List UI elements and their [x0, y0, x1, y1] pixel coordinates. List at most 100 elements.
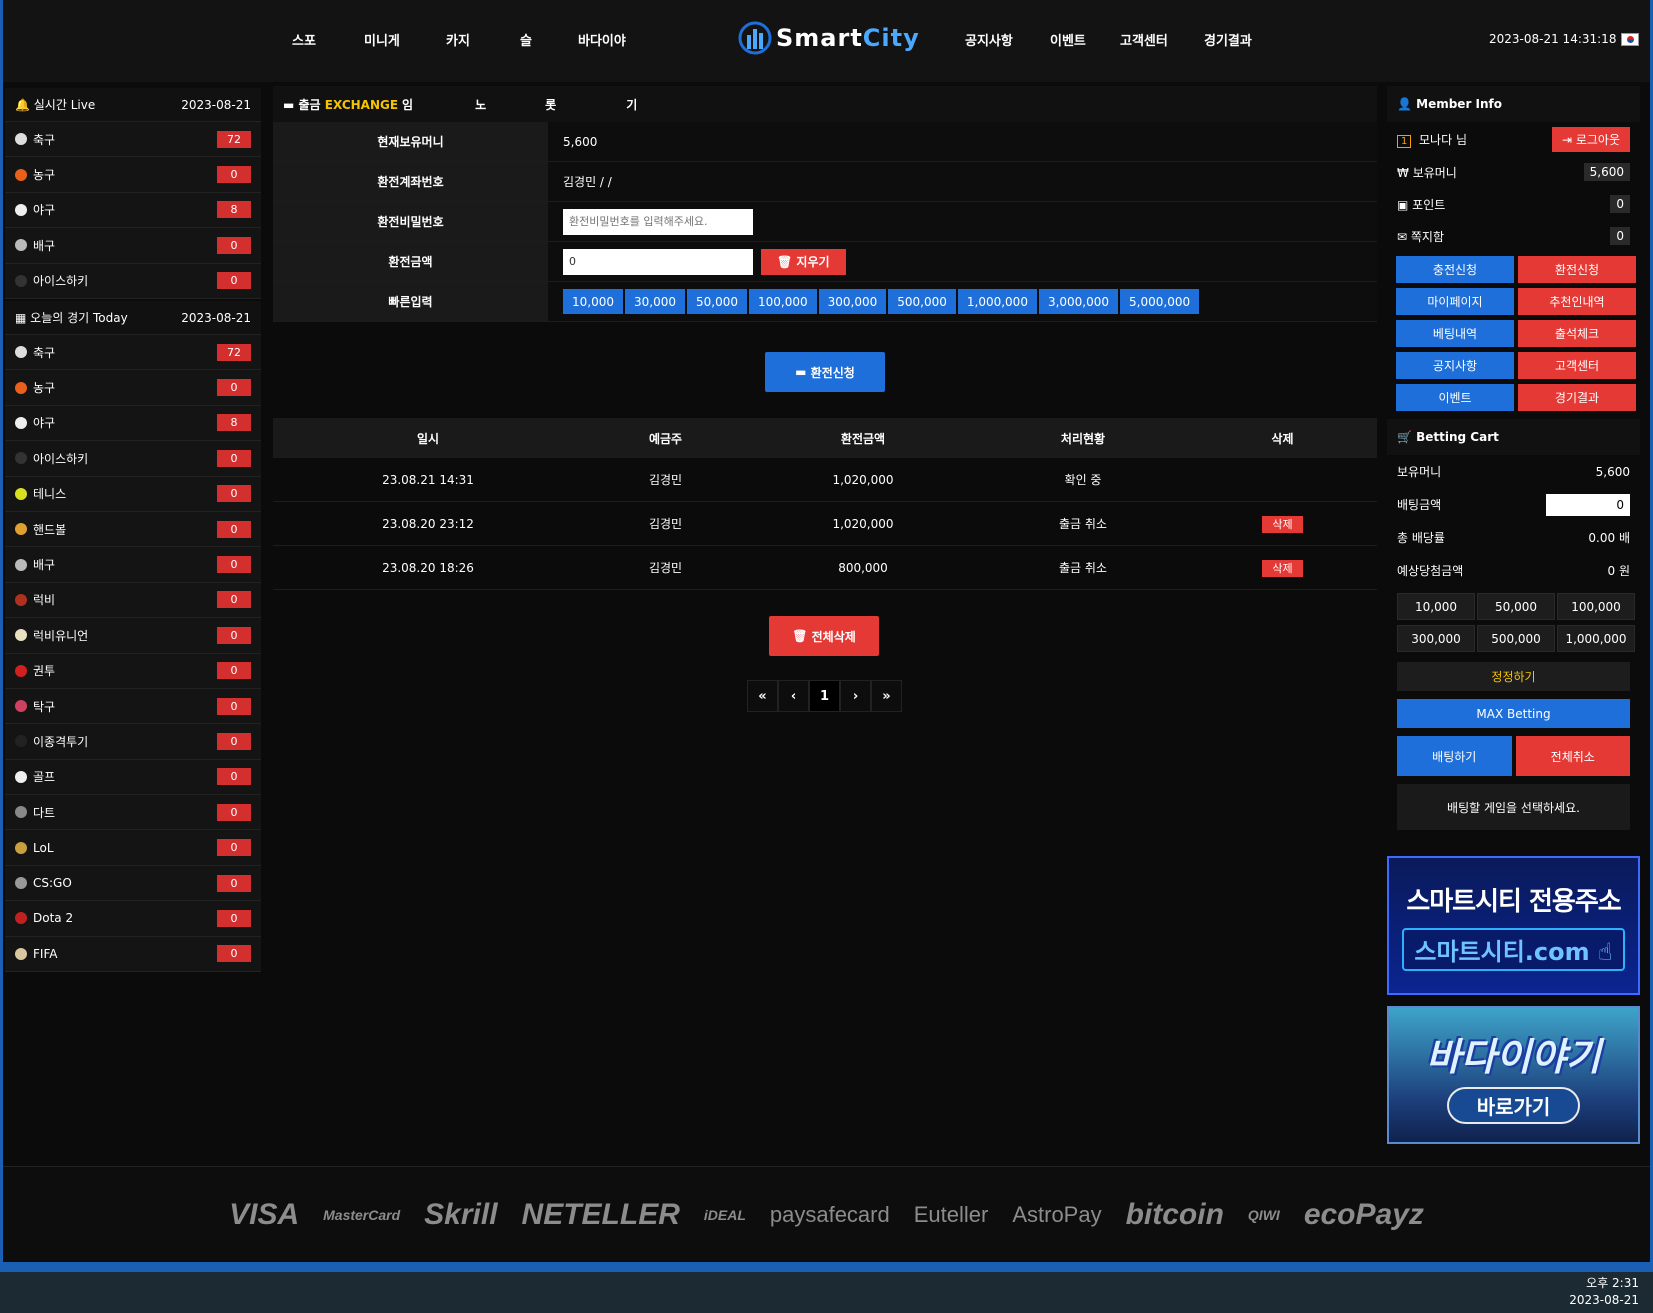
sport-name-wrap: 골프: [15, 768, 55, 785]
sport-row[interactable]: 권투 0: [5, 654, 261, 689]
sport-row[interactable]: 테니스 0: [5, 477, 261, 512]
member-menu-button[interactable]: 환전신청: [1518, 256, 1636, 283]
quick-amount-button[interactable]: 1,000,000: [957, 289, 1037, 314]
place-bet-button[interactable]: 배팅하기: [1397, 736, 1512, 776]
page-prev[interactable]: ‹: [778, 680, 809, 712]
sport-row[interactable]: 배구 0: [5, 228, 261, 264]
sport-icon: [15, 558, 27, 571]
quick-amount-button[interactable]: 100,000: [749, 289, 817, 314]
row-delete-button[interactable]: 삭제: [1262, 559, 1303, 577]
logout-button[interactable]: ⇥ 로그아웃: [1551, 126, 1630, 152]
page-1[interactable]: 1: [809, 680, 840, 712]
clear-button[interactable]: 🗑 지우기: [761, 248, 846, 275]
sport-label: 배구: [33, 238, 56, 253]
table-row: 23.08.20 18:26 김경민 800,000 출금 취소 삭제: [273, 546, 1377, 590]
address-banner[interactable]: 스마트시티 전용주소 스마트시티.com ☝: [1387, 856, 1640, 995]
today-title-wrap: ▦ 오늘의 경기 Today: [15, 311, 128, 325]
sea-story-go-button[interactable]: 바로가기: [1446, 1087, 1581, 1124]
sport-row[interactable]: 야구 8: [5, 193, 261, 229]
member-menu-button[interactable]: 이벤트: [1396, 384, 1514, 411]
cart-bet-input[interactable]: 0: [1546, 493, 1630, 516]
sport-row[interactable]: 이종격투기 0: [5, 724, 261, 760]
sport-row[interactable]: 탁구 0: [5, 689, 261, 725]
cart-reset-button[interactable]: 정정하기: [1397, 662, 1630, 691]
member-menu-button[interactable]: 마이페이지: [1396, 288, 1514, 315]
nav-casino[interactable]: 카지: [446, 30, 470, 49]
cart-amount-button[interactable]: 1,000,000: [1557, 625, 1635, 652]
sport-row[interactable]: 농구 0: [5, 370, 261, 406]
tab-frag-3[interactable]: 롯: [545, 96, 556, 113]
cart-amount-button[interactable]: 300,000: [1397, 625, 1475, 652]
sport-row[interactable]: 농구 0: [5, 157, 261, 193]
cart-amount-button[interactable]: 100,000: [1557, 593, 1635, 620]
taskbar-clock[interactable]: 오후 2:31 2023-08-21: [1569, 1275, 1639, 1309]
sport-row[interactable]: 다트 0: [5, 795, 261, 831]
nav-minigame[interactable]: 미니게: [364, 30, 400, 49]
quick-amount-button[interactable]: 10,000: [563, 289, 623, 314]
row-delete-button[interactable]: 삭제: [1262, 515, 1303, 533]
nav-event[interactable]: 이벤트: [1050, 30, 1086, 49]
nav-support[interactable]: 고객센터: [1120, 30, 1168, 49]
quick-amount-button[interactable]: 3,000,000: [1038, 289, 1119, 314]
payment-logo: iDEAL: [703, 1206, 746, 1223]
cart-amount-button[interactable]: 500,000: [1477, 625, 1555, 652]
max-betting-button[interactable]: MAX Betting: [1397, 699, 1630, 728]
quick-amount-button[interactable]: 50,000: [687, 289, 747, 314]
cell-date: 23.08.20 18:26: [382, 560, 474, 575]
sport-count: 0: [217, 449, 251, 467]
delete-all-button[interactable]: 🗑 전체삭제: [769, 616, 879, 656]
sport-row[interactable]: 골프 0: [5, 760, 261, 796]
quick-amount-button[interactable]: 500,000: [888, 289, 956, 314]
member-menu-button[interactable]: 경기결과: [1518, 384, 1636, 411]
nav-results[interactable]: 경기결과: [1204, 30, 1252, 49]
member-menu-button[interactable]: 추천인내역: [1518, 288, 1636, 315]
member-menu-button[interactable]: 공지사항: [1396, 352, 1514, 379]
sport-row[interactable]: CS:GO 0: [5, 866, 261, 902]
cart-amount-button[interactable]: 50,000: [1477, 593, 1555, 620]
member-menu-button[interactable]: 고객센터: [1518, 352, 1636, 379]
quick-amount-button[interactable]: 5,000,000: [1120, 289, 1200, 314]
nav-slot[interactable]: 슬: [520, 30, 532, 49]
sport-row[interactable]: 아이스하키 0: [5, 441, 261, 477]
page-last[interactable]: »: [871, 680, 902, 712]
sport-name-wrap: 핸드볼: [15, 521, 66, 538]
member-menu-button[interactable]: 충전신청: [1396, 256, 1514, 283]
nav-notice[interactable]: 공지사항: [965, 30, 1013, 49]
sport-row[interactable]: 럭비유니언 0: [5, 618, 261, 654]
sport-row[interactable]: 핸드볼 0: [5, 512, 261, 548]
nav-sports[interactable]: 스포: [292, 30, 316, 49]
sport-row[interactable]: LoL 0: [5, 830, 261, 866]
tab-withdraw[interactable]: ▬ 출금 EXCHANGE: [283, 96, 398, 113]
sea-story-banner[interactable]: 바다이야기 바로가기: [1387, 1006, 1640, 1144]
payment-logo: QIWI: [1247, 1206, 1280, 1223]
password-input[interactable]: [563, 208, 753, 235]
sport-row[interactable]: 야구 8: [5, 406, 261, 442]
exchange-submit-button[interactable]: ▬ 환전신청: [765, 352, 885, 392]
page-next[interactable]: ›: [840, 680, 871, 712]
sport-row[interactable]: 아이스하키 0: [5, 264, 261, 299]
member-msg-row[interactable]: ✉ 쪽지함 0: [1387, 220, 1640, 252]
nav-sea-story[interactable]: 바다이야: [578, 30, 626, 49]
tab-frag-1[interactable]: 임: [402, 96, 413, 113]
taskbar-date: 2023-08-21: [1569, 1293, 1639, 1307]
member-menu-button[interactable]: 베팅내역: [1396, 320, 1514, 347]
cart-amount-button[interactable]: 10,000: [1397, 593, 1475, 620]
site-logo[interactable]: SmartCity: [738, 18, 920, 58]
sport-row[interactable]: 축구 72: [5, 122, 261, 158]
sport-row[interactable]: FIFA 0: [5, 937, 261, 973]
tab-frag-4[interactable]: 기: [626, 96, 637, 113]
sport-row[interactable]: 럭비 0: [5, 583, 261, 619]
sport-name-wrap: 다트: [15, 804, 55, 821]
row-password: 환전비밀번호: [273, 202, 1377, 242]
sport-row[interactable]: 축구 72: [5, 335, 261, 371]
sport-label: FIFA: [33, 946, 58, 961]
sport-row[interactable]: Dota 2 0: [5, 901, 261, 937]
sport-row[interactable]: 배구 0: [5, 547, 261, 583]
cancel-all-button[interactable]: 전체취소: [1515, 736, 1630, 776]
member-menu-button[interactable]: 출석체크: [1518, 320, 1636, 347]
quick-amount-button[interactable]: 30,000: [625, 289, 685, 314]
page-first[interactable]: «: [747, 680, 778, 712]
amount-input[interactable]: [563, 248, 753, 275]
quick-amount-button[interactable]: 300,000: [818, 289, 887, 314]
tab-frag-2[interactable]: 노: [475, 96, 486, 113]
